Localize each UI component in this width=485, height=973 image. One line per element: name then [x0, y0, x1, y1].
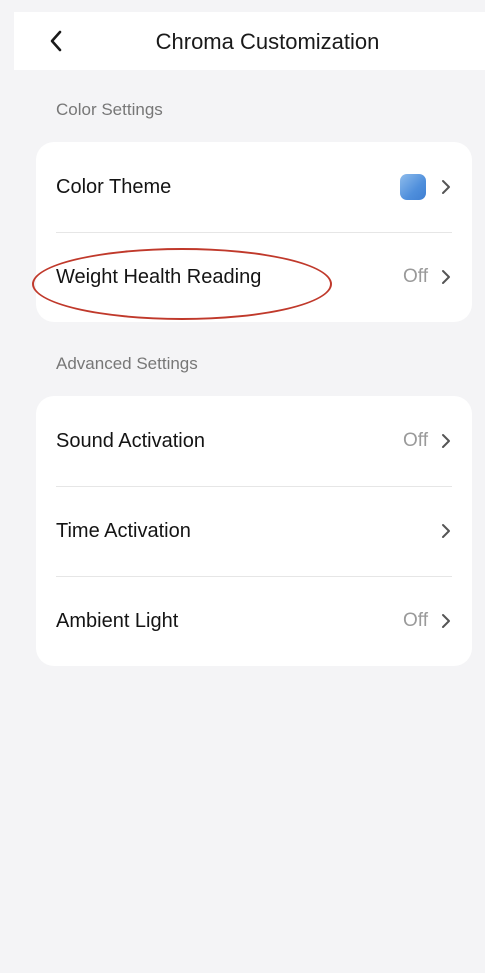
- settings-screen: Chroma Customization Color Settings Colo…: [0, 0, 485, 973]
- chevron-right-icon: [442, 524, 450, 538]
- row-label: Color Theme: [56, 175, 172, 198]
- row-label: Weight Health Reading: [56, 265, 262, 288]
- row-value: Off: [403, 266, 428, 287]
- section-label-color-settings: Color Settings: [56, 100, 163, 119]
- color-settings-card: Color Theme Weight Health Reading Off: [36, 142, 472, 322]
- chevron-right-icon: [442, 180, 450, 194]
- row-label: Ambient Light: [56, 609, 179, 632]
- row-label: Sound Activation: [56, 429, 205, 452]
- row-weight-health-reading[interactable]: Weight Health Reading Off: [36, 232, 472, 322]
- chevron-right-icon: [442, 270, 450, 284]
- row-ambient-light[interactable]: Ambient Light Off: [36, 576, 472, 666]
- section-label-advanced-settings: Advanced Settings: [56, 354, 198, 373]
- row-time-activation[interactable]: Time Activation: [36, 486, 472, 576]
- advanced-settings-card: Sound Activation Off Time Activation Amb…: [36, 396, 472, 666]
- row-sound-activation[interactable]: Sound Activation Off: [36, 396, 472, 486]
- row-value: Off: [403, 430, 428, 451]
- row-color-theme[interactable]: Color Theme: [36, 142, 472, 232]
- color-swatch: [400, 174, 426, 200]
- row-value: Off: [403, 610, 428, 631]
- row-label: Time Activation: [56, 519, 191, 542]
- chevron-right-icon: [442, 614, 450, 628]
- top-bar: Chroma Customization: [14, 12, 485, 70]
- chevron-right-icon: [442, 434, 450, 448]
- page-title: Chroma Customization: [155, 29, 380, 54]
